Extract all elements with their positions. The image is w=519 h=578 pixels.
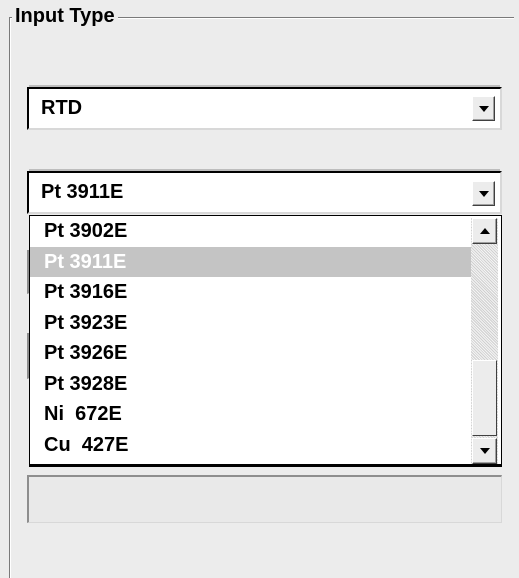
sensor-type-value: Pt 3911E — [41, 181, 124, 203]
scroll-up-button[interactable] — [472, 218, 497, 244]
list-item[interactable]: Pt 3926E — [30, 338, 471, 369]
sensor-type-combo[interactable]: Pt 3911E — [27, 171, 502, 214]
list-scrollbar[interactable] — [471, 218, 498, 464]
list-item[interactable]: Pt 3902E — [30, 216, 471, 247]
list-item[interactable]: Cu 427E — [30, 430, 471, 461]
scroll-thumb[interactable] — [472, 360, 497, 436]
list-item[interactable]: Pt 3911E — [30, 246, 471, 277]
input-type-value: RTD — [41, 97, 83, 119]
chevron-up-icon — [479, 228, 490, 234]
list-item[interactable]: Ni 672E — [30, 399, 471, 430]
option-list: Pt 3902E Pt 3911E Pt 3916E Pt 3923E Pt 3926E… — [30, 216, 471, 460]
list-item[interactable]: Pt 3928E — [30, 369, 471, 400]
chevron-down-icon — [478, 105, 489, 112]
chevron-down-icon — [479, 448, 490, 454]
list-item[interactable]: Pt 3923E — [30, 308, 471, 339]
sensor-type-dropdown-button[interactable] — [472, 181, 495, 206]
sensor-type-dropdown-list: Pt 3902E Pt 3911E Pt 3916E Pt 3923E Pt 3926E… — [29, 215, 502, 467]
input-type-combo[interactable]: RTD — [27, 87, 502, 130]
scroll-down-button[interactable] — [472, 438, 497, 464]
list-item[interactable]: Pt 3916E — [30, 277, 471, 308]
input-type-dropdown-button[interactable] — [472, 96, 495, 121]
status-field — [27, 475, 502, 523]
group-title: Input Type — [12, 4, 118, 28]
chevron-down-icon — [478, 190, 489, 197]
